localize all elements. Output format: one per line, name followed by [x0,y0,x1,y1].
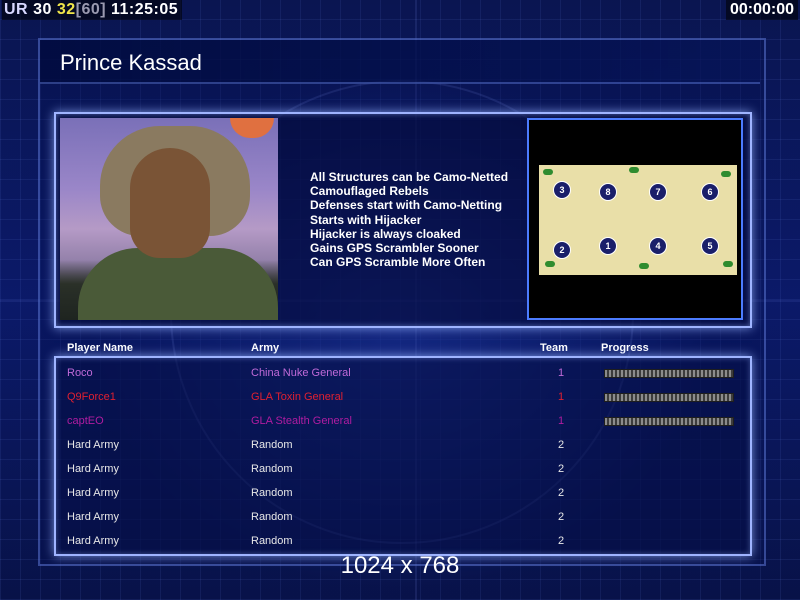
team-cell: 2 [558,439,565,451]
table-row: Hard Army Random 2 [56,506,746,530]
army-cell: Random [251,511,293,523]
general-traits-list: All Structures can be Camo-Netted Camouf… [310,170,508,269]
header-player-name: Player Name [67,342,134,354]
player-name-cell: Hard Army [67,511,119,523]
map-vegetation [545,261,555,267]
team-cell: 1 [558,415,565,427]
army-cell: GLA Stealth General [251,415,352,427]
army-cell: China Nuke General [251,367,351,379]
player-name-cell: Hard Army [67,439,119,451]
table-row: captEO GLA Stealth General 1 [56,410,746,434]
map-start-slot: 8 [599,183,617,201]
general-portrait [60,118,278,320]
header-army: Army [251,342,280,354]
player-name-cell: Hard Army [67,535,119,547]
army-cell: GLA Toxin General [251,391,344,403]
map-start-slot: 3 [553,181,571,199]
header-progress: Progress [601,342,649,354]
table-row: Hard Army Random 2 [56,434,746,458]
table-row: Q9Force1 GLA Toxin General 1 [56,386,746,410]
army-cell: Random [251,439,293,451]
trait-item: Camouflaged Rebels [310,184,429,199]
map-preview: 3 8 7 6 2 1 4 5 [527,118,743,320]
map-start-slot: 5 [701,237,719,255]
player-name-cell: Hard Army [67,463,119,475]
trait-item: Starts with Hijacker [310,212,422,227]
team-cell: 2 [558,511,565,523]
map-vegetation [723,261,733,267]
hud-timer: 00:00:00 [725,0,798,20]
team-cell: 2 [558,487,565,499]
map-vegetation [629,167,639,173]
player-name-cell: Hard Army [67,487,119,499]
resolution-label: 1024 x 768 [340,552,460,579]
table-row: Hard Army Random 2 [56,530,746,554]
table-row: Roco China Nuke General 1 [56,362,746,386]
team-cell: 1 [558,391,565,403]
map-start-slot: 7 [649,183,667,201]
player-name-cell: Q9Force1 [67,391,116,403]
map-terrain: 3 8 7 6 2 1 4 5 [539,165,737,275]
army-cell: Random [251,487,293,499]
portrait-sun [230,118,274,138]
map-vegetation [721,171,731,177]
army-cell: Random [251,463,293,475]
team-cell: 2 [558,535,565,547]
map-start-slot: 2 [553,241,571,259]
hud-ur-label: UR [4,1,29,18]
map-vegetation [543,169,553,175]
load-progress-bar [604,393,734,402]
player-name-cell: Roco [67,367,93,379]
map-vegetation [639,263,649,269]
player-name-cell: captEO [67,415,104,427]
hud-fps-current: 30 [33,1,52,18]
general-title: Prince Kassad [60,50,202,75]
team-cell: 2 [558,463,565,475]
portrait-face [130,148,210,258]
header-team: Team [540,342,568,354]
army-cell: Random [251,535,293,547]
map-start-slot: 4 [649,237,667,255]
portrait-body [78,248,278,320]
table-row: Hard Army Random 2 [56,458,746,482]
trait-item: Can GPS Scramble More Often [310,255,486,270]
map-start-slot: 6 [701,183,719,201]
trait-item: Gains GPS Scrambler Sooner [310,241,479,256]
team-cell: 1 [558,367,565,379]
map-start-slot: 1 [599,237,617,255]
hud-stats: UR 30 32[60] 11:25:05 [2,0,183,20]
table-row: Hard Army Random 2 [56,482,746,506]
hud-clock: 11:25:05 [111,1,179,18]
hud-fps-other: 32 [56,1,76,18]
trait-item: All Structures can be Camo-Netted [310,170,509,184]
load-progress-bar [604,417,734,426]
load-progress-bar [604,369,734,378]
trait-item: Hijacker is always cloaked [310,226,461,241]
hud-fps-limit: [60] [75,1,107,18]
trait-item: Defenses start with Camo-Netting [310,198,503,213]
